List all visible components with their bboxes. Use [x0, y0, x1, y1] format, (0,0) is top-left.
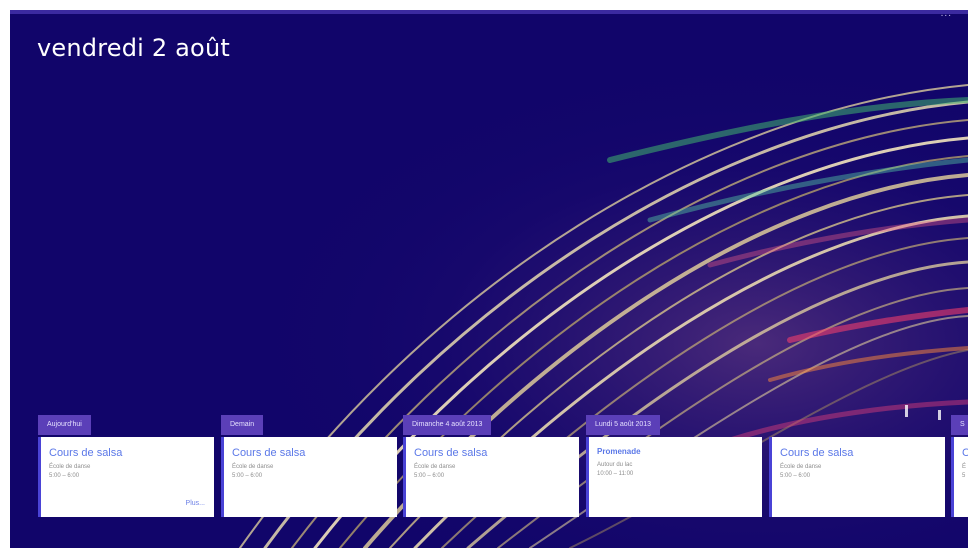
day-column-monday: Lundi 5 août 2013 Promenade Autour du la…: [586, 413, 762, 517]
more-options-icon[interactable]: ...: [941, 10, 952, 19]
event-time: 10:00 – 11:00: [597, 471, 634, 477]
event-card[interactable]: Promenade Autour du lac 10:00 – 11:00: [586, 437, 762, 517]
event-time: 5: [962, 473, 966, 479]
event-time: 5:00 – 6:00: [49, 473, 80, 479]
event-card[interactable]: C É 5: [951, 437, 968, 517]
day-column-tomorrow: Demain Cours de salsa École de danse 5:0…: [221, 413, 397, 517]
event-title: Cours de salsa: [780, 447, 854, 459]
event-card[interactable]: Cours de salsa École de danse 5:00 – 6:0…: [38, 437, 214, 517]
event-title: Cours de salsa: [232, 447, 306, 459]
event-card[interactable]: Cours de salsa École de danse 5:00 – 6:0…: [769, 437, 945, 517]
day-header: Lundi 5 août 2013: [586, 415, 661, 435]
event-location: É: [962, 464, 967, 470]
day-column-today: Aujourd'hui Cours de salsa École de dans…: [38, 413, 214, 517]
day-header: Dimanche 4 août 2013: [403, 415, 492, 435]
event-card[interactable]: Cours de salsa École de danse 5:00 – 6:0…: [221, 437, 397, 517]
event-time: 5:00 – 6:00: [232, 473, 263, 479]
event-location: École de danse: [232, 464, 274, 470]
event-time: 5:00 – 6:00: [780, 473, 811, 479]
event-title: C: [962, 447, 968, 459]
event-location: École de danse: [414, 464, 456, 470]
event-card[interactable]: Cours de salsa École de danse 5:00 – 6:0…: [403, 437, 579, 517]
day-header: S: [951, 415, 968, 435]
day-column-sunday: Dimanche 4 août 2013 Cours de salsa Écol…: [403, 413, 579, 517]
event-title: Cours de salsa: [414, 447, 488, 459]
event-time: 5:00 – 6:00: [414, 473, 445, 479]
calendar-app-screen: ... vendredi 2 août Aujourd'hui Cours de…: [10, 10, 968, 548]
event-location: Autour du lac: [597, 462, 633, 468]
top-accent-bar: [10, 10, 968, 14]
day-column-6: S C É 5: [951, 413, 968, 517]
event-location: École de danse: [780, 464, 822, 470]
event-title: Cours de salsa: [49, 447, 123, 459]
day-header: Aujourd'hui: [38, 415, 91, 435]
event-location: École de danse: [49, 464, 91, 470]
day-column-5: Cours de salsa École de danse 5:00 – 6:0…: [769, 413, 945, 517]
day-header: Demain: [221, 415, 264, 435]
page-title: vendredi 2 août: [37, 34, 230, 62]
more-events-link[interactable]: Plus...: [186, 500, 205, 507]
event-title: Promenade: [597, 447, 641, 456]
